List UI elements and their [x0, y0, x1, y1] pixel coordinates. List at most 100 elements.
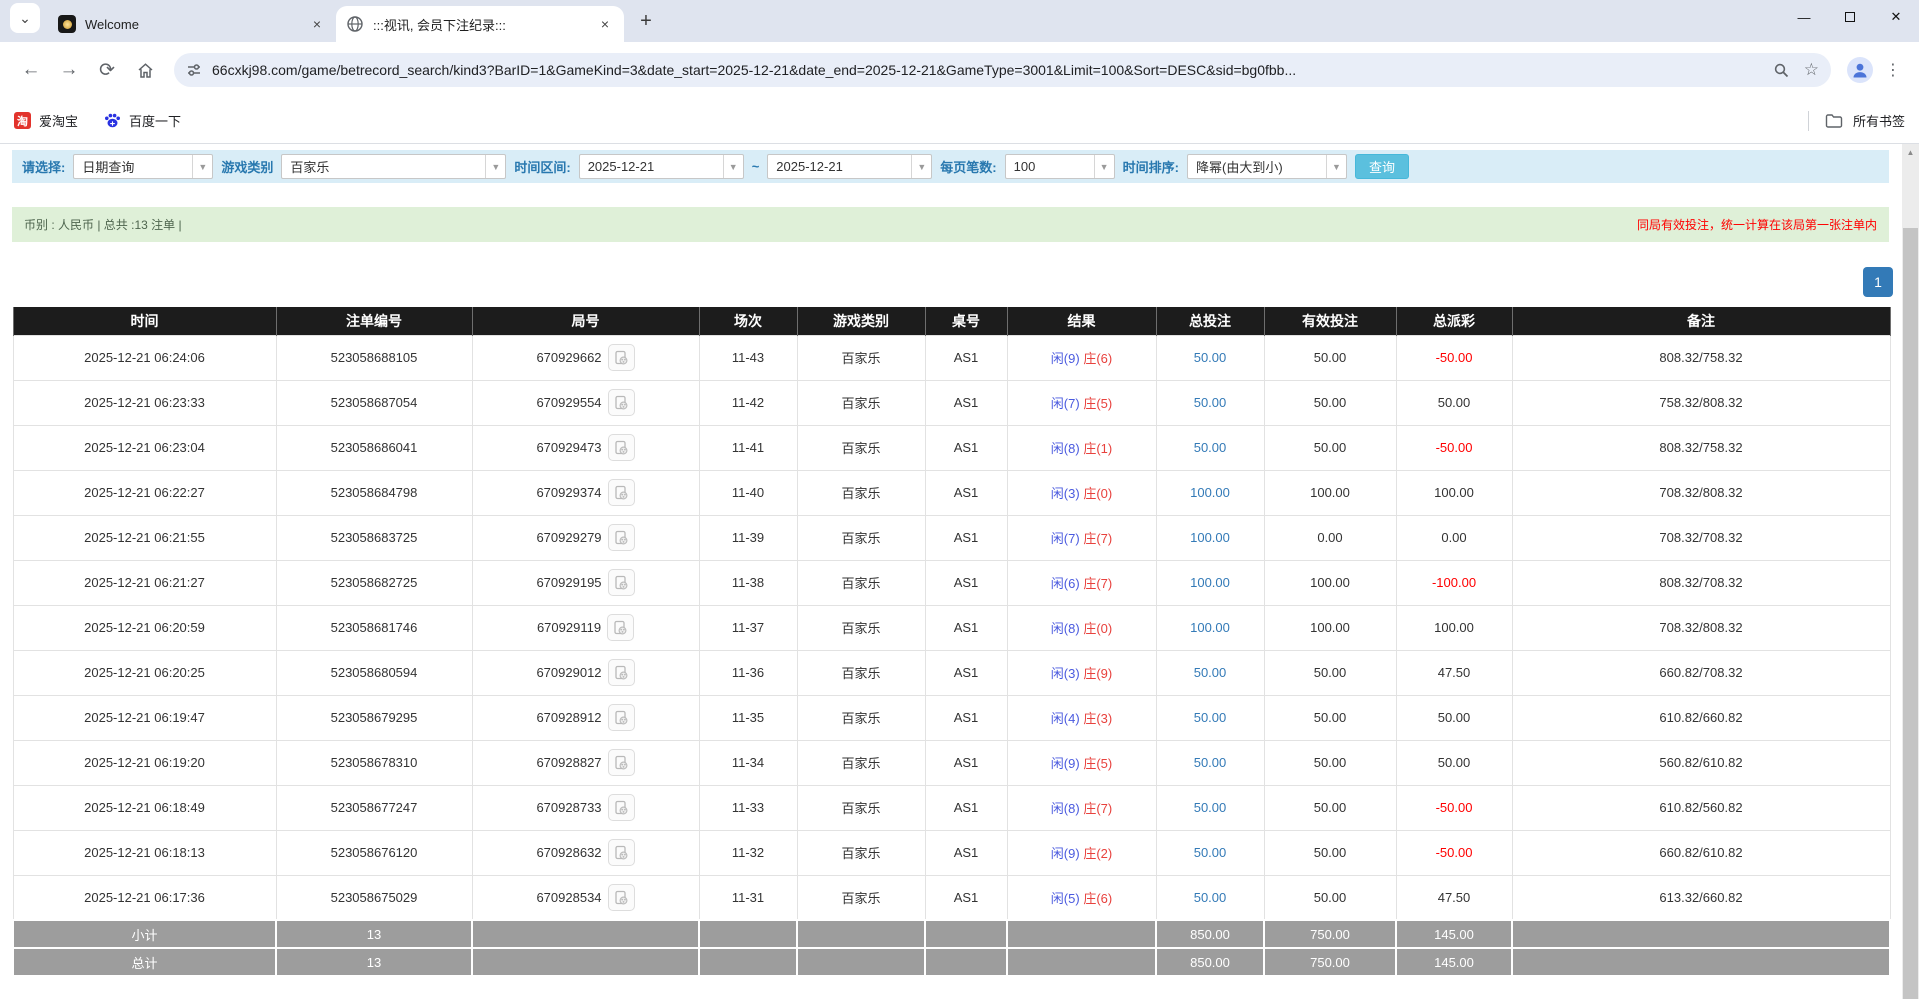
cell-bet-id: 523058687054	[276, 380, 472, 425]
cell-result: 闲(8) 庄(1)	[1007, 425, 1156, 470]
cell-time: 2025-12-21 06:17:36	[13, 875, 276, 920]
column-header: 注单编号	[276, 307, 472, 335]
cell-payout: -50.00	[1396, 830, 1512, 875]
game-type-select[interactable]: 百家乐 ▼	[281, 154, 506, 179]
cell-game-type: 百家乐	[797, 695, 925, 740]
cell-total-bet[interactable]: 50.00	[1156, 875, 1264, 920]
table-row: 2025-12-21 06:18:13523058676120670928632…	[13, 830, 1890, 875]
video-replay-button[interactable]	[608, 749, 635, 776]
table-row: 2025-12-21 06:20:59523058681746670929119…	[13, 605, 1890, 650]
cell-total-bet[interactable]: 100.00	[1156, 470, 1264, 515]
new-tab-button[interactable]: +	[632, 7, 660, 35]
total-cell	[472, 920, 699, 948]
video-icon	[614, 530, 629, 545]
video-replay-button[interactable]	[608, 569, 635, 596]
cell-total-bet[interactable]: 50.00	[1156, 785, 1264, 830]
cell-remark: 660.82/610.82	[1512, 830, 1890, 875]
bookmarks-bar: 淘 爱淘宝 百度一下 所有书签	[0, 98, 1919, 144]
cell-total-bet[interactable]: 50.00	[1156, 425, 1264, 470]
tab-welcome[interactable]: Welcome ×	[48, 6, 336, 42]
total-cell: 850.00	[1156, 920, 1264, 948]
date-start-select[interactable]: 2025-12-21 ▼	[579, 154, 744, 179]
cell-time: 2025-12-21 06:21:55	[13, 515, 276, 560]
cell-payout: 47.50	[1396, 875, 1512, 920]
chevron-down-icon: ▼	[1094, 155, 1114, 178]
video-replay-button[interactable]	[607, 614, 634, 641]
back-button[interactable]: ←	[14, 53, 48, 87]
per-page-label: 每页笔数:	[940, 157, 996, 176]
tab-close-icon[interactable]: ×	[308, 15, 326, 33]
video-replay-button[interactable]	[608, 794, 635, 821]
cell-total-bet[interactable]: 50.00	[1156, 335, 1264, 380]
window-controls: — ✕	[1781, 0, 1919, 34]
query-type-select[interactable]: 日期查询 ▼	[73, 154, 213, 179]
video-replay-button[interactable]	[608, 434, 635, 461]
site-info-icon[interactable]	[186, 62, 202, 78]
cell-session: 11-31	[699, 875, 797, 920]
cell-remark: 660.82/708.32	[1512, 650, 1890, 695]
maximize-button[interactable]	[1827, 0, 1873, 34]
bookmark-star-icon[interactable]: ☆	[1804, 60, 1819, 80]
cell-table-no: AS1	[925, 515, 1007, 560]
sort-select[interactable]: 降幂(由大到小) ▼	[1187, 154, 1347, 179]
cell-total-bet[interactable]: 50.00	[1156, 650, 1264, 695]
close-window-button[interactable]: ✕	[1873, 0, 1919, 34]
video-replay-button[interactable]	[608, 704, 635, 731]
video-replay-button[interactable]	[608, 479, 635, 506]
browser-menu-icon[interactable]: ⋮	[1881, 58, 1905, 82]
url-text[interactable]: 66cxkj98.com/game/betrecord_search/kind3…	[212, 62, 1759, 78]
table-row: 2025-12-21 06:22:27523058684798670929374…	[13, 470, 1890, 515]
tab-search-button[interactable]: ⌄	[10, 3, 40, 33]
table-row: 2025-12-21 06:21:27523058682725670929195…	[13, 560, 1890, 605]
video-replay-button[interactable]	[608, 524, 635, 551]
cell-remark: 560.82/610.82	[1512, 740, 1890, 785]
bookmark-taobao[interactable]: 淘 爱淘宝	[14, 111, 78, 130]
video-replay-button[interactable]	[608, 389, 635, 416]
cell-time: 2025-12-21 06:19:47	[13, 695, 276, 740]
video-icon	[614, 890, 629, 905]
cell-total-bet[interactable]: 100.00	[1156, 560, 1264, 605]
cell-total-bet[interactable]: 100.00	[1156, 515, 1264, 560]
minimize-button[interactable]: —	[1781, 0, 1827, 34]
zoom-search-icon[interactable]	[1773, 62, 1790, 79]
tab-close-icon[interactable]: ×	[596, 15, 614, 33]
scroll-up-icon[interactable]: ▲	[1902, 144, 1919, 161]
reload-button[interactable]: ⟳	[90, 53, 124, 87]
cell-game-type: 百家乐	[797, 560, 925, 605]
date-end-select[interactable]: 2025-12-21 ▼	[767, 154, 932, 179]
cell-table-no: AS1	[925, 650, 1007, 695]
home-button[interactable]	[128, 53, 162, 87]
column-header: 结果	[1007, 307, 1156, 335]
cell-valid-bet: 0.00	[1264, 515, 1396, 560]
cell-payout: -100.00	[1396, 560, 1512, 605]
total-cell	[1007, 948, 1156, 976]
total-row: 小计13850.00750.00145.00	[13, 920, 1890, 948]
cell-session: 11-38	[699, 560, 797, 605]
cell-round-id: 670929279	[472, 515, 699, 560]
cell-total-bet[interactable]: 100.00	[1156, 605, 1264, 650]
video-replay-button[interactable]	[608, 839, 635, 866]
search-button[interactable]: 查询	[1355, 154, 1409, 179]
video-replay-button[interactable]	[608, 344, 635, 371]
cell-round-id: 670928912	[472, 695, 699, 740]
vertical-scrollbar[interactable]: ▲	[1902, 144, 1919, 999]
per-page-select[interactable]: 100 ▼	[1005, 154, 1115, 179]
all-bookmarks[interactable]: 所有书签	[1808, 111, 1905, 131]
url-bar[interactable]: 66cxkj98.com/game/betrecord_search/kind3…	[174, 53, 1831, 87]
cell-total-bet[interactable]: 50.00	[1156, 695, 1264, 740]
cell-total-bet[interactable]: 50.00	[1156, 830, 1264, 875]
bookmark-baidu[interactable]: 百度一下	[104, 111, 181, 130]
forward-button[interactable]: →	[52, 53, 86, 87]
cell-total-bet[interactable]: 50.00	[1156, 740, 1264, 785]
pagination-page-1[interactable]: 1	[1863, 267, 1893, 297]
cell-session: 11-34	[699, 740, 797, 785]
profile-avatar[interactable]	[1847, 57, 1873, 83]
cell-total-bet[interactable]: 50.00	[1156, 380, 1264, 425]
tab-betrecord[interactable]: :::视讯, 会员下注纪录::: ×	[336, 6, 624, 42]
video-replay-button[interactable]	[608, 884, 635, 911]
cell-time: 2025-12-21 06:19:20	[13, 740, 276, 785]
cell-valid-bet: 100.00	[1264, 470, 1396, 515]
cell-round-id: 670929473	[472, 425, 699, 470]
video-replay-button[interactable]	[608, 659, 635, 686]
scrollbar-thumb[interactable]	[1903, 228, 1918, 999]
